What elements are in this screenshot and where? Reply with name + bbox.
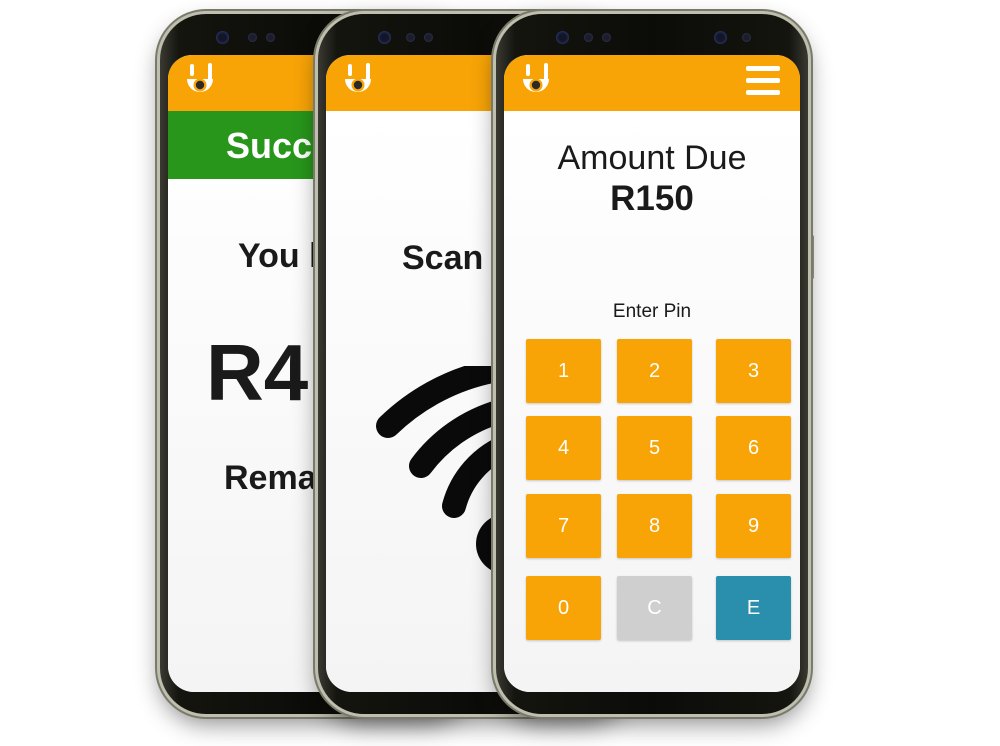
amount-due-label: Amount Due [557,139,747,177]
sensor-icon [248,33,257,42]
app-bar [504,55,800,111]
sensor-icon [602,33,611,42]
sensor-icon [584,33,593,42]
keypad-key-4[interactable]: 4 [526,416,601,480]
id-logo-icon [523,63,549,92]
amount-due-value: R150 [610,179,694,218]
keypad-key-6[interactable]: 6 [716,416,791,480]
keypad-key-3[interactable]: 3 [716,339,791,403]
keypad-key-8[interactable]: 8 [617,494,692,558]
id-logo-icon [345,63,371,92]
enter-pin-label: Enter Pin [612,301,692,322]
keypad-key-9[interactable]: 9 [716,494,791,558]
phone-side-button [810,235,814,279]
keypad-enter-button[interactable]: E [716,576,791,640]
front-camera-icon [378,31,391,44]
sensor-icon [714,31,727,44]
keypad-key-2[interactable]: 2 [617,339,692,403]
keypad-clear-button[interactable]: C [617,576,692,640]
keypad-key-1[interactable]: 1 [526,339,601,403]
keypad-key-5[interactable]: 5 [617,416,692,480]
sensor-icon [742,33,751,42]
scan-title: Scan [402,239,484,277]
screen: Amount Due R150 Enter Pin 1 2 3 4 5 6 7 … [504,55,800,692]
front-camera-icon [216,31,229,44]
keypad-key-0[interactable]: 0 [526,576,601,640]
success-text: Succe [226,125,333,166]
remaining-text: Rema [224,459,317,497]
id-logo-icon [187,63,213,92]
keypad-key-7[interactable]: 7 [526,494,601,558]
sensor-icon [424,33,433,42]
sensor-icon [406,33,415,42]
front-camera-icon [556,31,569,44]
sensor-icon [266,33,275,42]
paid-text: You l [238,237,319,275]
content: Amount Due R150 Enter Pin 1 2 3 4 5 6 7 … [504,111,800,692]
phone-payment: Amount Due R150 Enter Pin 1 2 3 4 5 6 7 … [496,14,808,714]
hamburger-menu-icon[interactable] [746,66,780,96]
sensor-bar [496,28,808,48]
paid-amount: R4 [206,328,309,417]
